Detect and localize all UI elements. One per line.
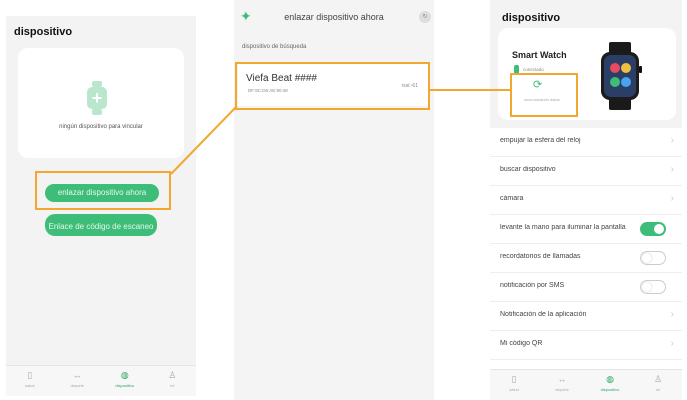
callout-connectors xyxy=(170,89,511,175)
connector-1 xyxy=(170,105,238,175)
